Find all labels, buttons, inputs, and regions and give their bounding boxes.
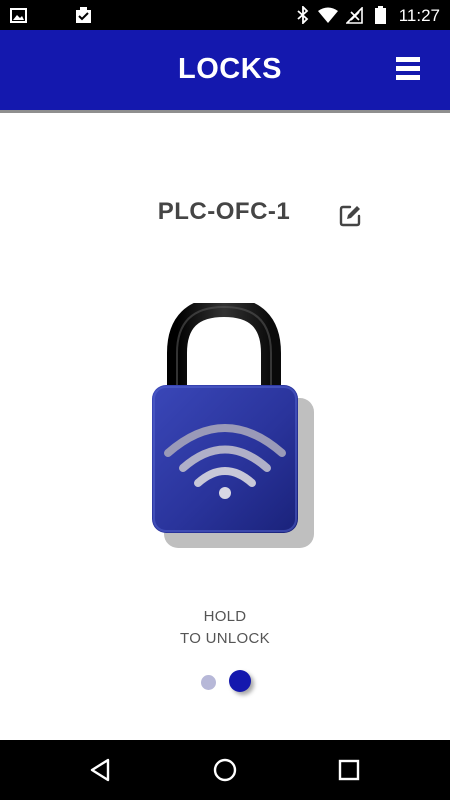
clipboard-check-icon xyxy=(72,0,94,30)
status-bar: 11:27 xyxy=(0,0,450,30)
hold-line-1: HOLD xyxy=(203,608,247,625)
page-title: LOCKS xyxy=(178,53,282,85)
page-indicator xyxy=(0,670,450,696)
hamburger-menu-icon[interactable] xyxy=(396,57,420,83)
app-bar: LOCKS xyxy=(0,30,450,113)
page-dot-1[interactable] xyxy=(201,675,216,690)
wifi-icon xyxy=(316,0,340,30)
edit-icon[interactable] xyxy=(337,203,363,229)
lock-name: PLC-OFC-1 xyxy=(0,198,450,226)
hold-to-unlock-label: HOLD TO UNLOCK xyxy=(0,606,450,650)
recents-icon[interactable] xyxy=(334,755,364,785)
bluetooth-icon xyxy=(294,0,312,30)
status-time: 11:27 xyxy=(398,6,440,25)
lock-name-text: PLC-OFC-1 xyxy=(157,198,291,225)
home-icon[interactable] xyxy=(210,755,240,785)
hold-line-2: TO UNLOCK xyxy=(180,630,270,647)
back-icon[interactable] xyxy=(86,755,116,785)
battery-icon xyxy=(372,0,388,30)
navigation-bar xyxy=(0,740,450,800)
page-dot-2-active[interactable] xyxy=(229,670,251,692)
padlock-wifi-icon[interactable] xyxy=(150,296,315,553)
image-icon xyxy=(8,0,28,30)
no-signal-icon xyxy=(344,0,364,30)
